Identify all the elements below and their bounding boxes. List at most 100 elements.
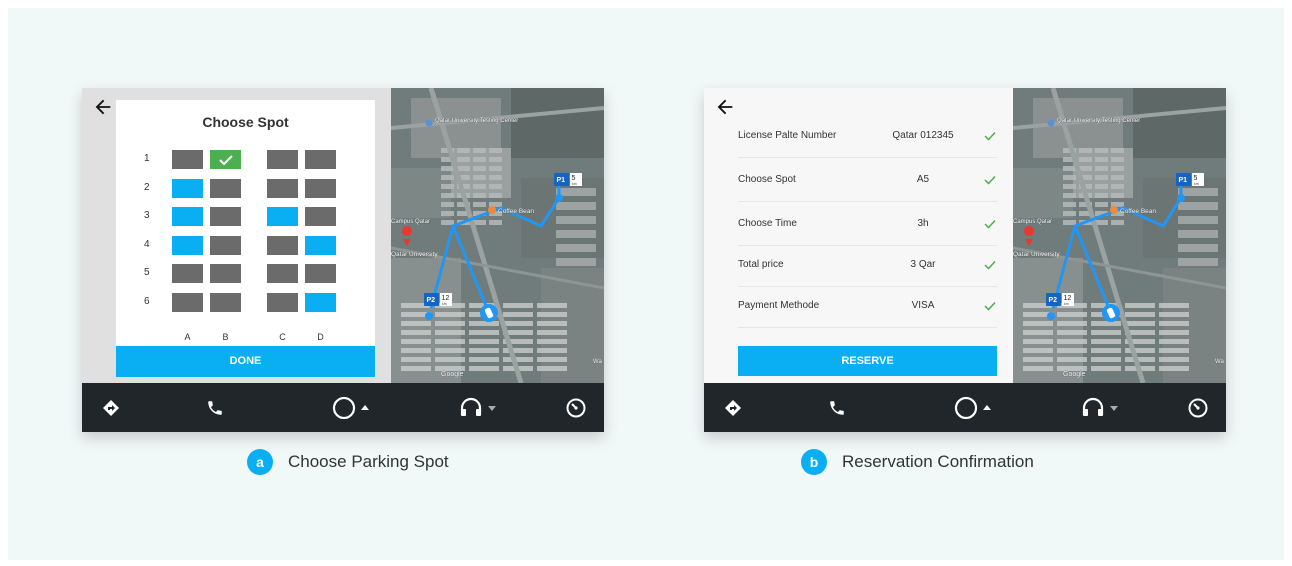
row-number: 4 — [144, 238, 150, 250]
column-label: D — [317, 332, 324, 342]
spot-row: 5 — [116, 264, 375, 284]
row-number: 6 — [144, 296, 150, 307]
map-label: Google — [1063, 371, 1086, 378]
back-arrow-icon[interactable] — [92, 96, 114, 118]
distance-unit: km — [1194, 182, 1199, 186]
parking-marker-name: P2 — [427, 297, 436, 304]
headphones-icon[interactable] — [458, 395, 500, 421]
map-terrain-patch — [1013, 258, 1083, 383]
summary-row: License Palte Number Qatar 012345 — [738, 114, 997, 158]
summary-label: License Palte Number — [738, 130, 837, 141]
parking-spot-taken[interactable] — [210, 178, 241, 198]
summary-value: VISA — [911, 300, 935, 311]
check-icon — [984, 175, 996, 185]
summary-label: Total price — [738, 259, 784, 270]
map-label: Wa — [1215, 359, 1224, 365]
summary-row: Payment Methode VISA — [738, 284, 997, 328]
parking-spot-taken[interactable] — [210, 207, 241, 227]
speedometer-icon[interactable] — [565, 395, 587, 421]
parking-spot-taken[interactable] — [210, 235, 241, 255]
parking-spot-taken[interactable] — [172, 150, 203, 169]
distance-unit: km — [442, 302, 447, 306]
poi-icon — [425, 119, 433, 127]
distance-unit: km — [1064, 302, 1069, 306]
column-label: C — [279, 332, 286, 342]
phone-icon[interactable] — [206, 395, 224, 421]
caption-a: a Choose Parking Spot — [247, 448, 449, 476]
spot-row: 4 — [116, 235, 375, 256]
parking-spot-free[interactable] — [172, 235, 203, 255]
parking-spot-free[interactable] — [267, 207, 298, 227]
map-label: Qatar University Testing Center — [1057, 118, 1140, 124]
headphones-icon[interactable] — [1080, 395, 1122, 421]
speedometer-icon[interactable] — [1187, 395, 1209, 421]
column-label: B — [222, 332, 229, 342]
parking-spot-taken[interactable] — [210, 264, 241, 284]
map-terrain-patch — [391, 258, 461, 383]
summary-label: Payment Methode — [738, 300, 820, 311]
map-view[interactable]: Qatar University Testing Center Coffee Be… — [391, 88, 604, 383]
phone-icon[interactable] — [828, 395, 846, 421]
home-circle-icon[interactable] — [331, 395, 373, 421]
summary-row: Total price 3 Qar — [738, 243, 997, 287]
check-icon — [984, 219, 996, 229]
parking-spot-selected[interactable] — [210, 150, 241, 169]
summary-row: Choose Time 3h — [738, 202, 997, 246]
parking-spot-free[interactable] — [172, 178, 203, 198]
parking-spot-taken[interactable] — [267, 178, 298, 198]
spot-row: 1 — [116, 150, 375, 170]
summary-label: Choose Spot — [738, 174, 796, 185]
home-circle-icon[interactable] — [953, 395, 995, 421]
map-label: Qatar University — [1013, 251, 1060, 258]
map-image: Qatar University Testing Center Coffee Be… — [391, 88, 604, 383]
map-view[interactable]: Qatar University Testing Center Coffee Be… — [1013, 88, 1226, 383]
confirmation-panel: License Palte Number Qatar 012345 Choose S… — [704, 88, 1013, 383]
map-terrain-patch — [1133, 88, 1226, 158]
parking-spot-taken[interactable] — [305, 264, 336, 284]
check-icon — [984, 260, 996, 270]
poi-icon — [1047, 119, 1055, 127]
dialog-title: Choose Spot — [202, 114, 289, 130]
android-auto-navbar — [704, 383, 1226, 432]
done-button[interactable]: DONE — [116, 346, 375, 377]
distance-value: 5 — [1194, 175, 1198, 182]
row-number: 1 — [144, 153, 150, 164]
parking-spot-free[interactable] — [305, 235, 336, 255]
back-arrow-icon[interactable] — [714, 96, 736, 118]
row-number: 5 — [144, 267, 150, 279]
caption-text-b: Reservation Confirmation — [842, 452, 1034, 471]
summary-row: Choose Spot A5 — [738, 158, 997, 202]
caption-badge-b: b — [801, 449, 827, 475]
distance-value: 12 — [442, 295, 450, 302]
map-label: Qatar University — [391, 251, 438, 258]
coffee-poi-icon — [488, 206, 496, 214]
navigation-icon[interactable] — [102, 395, 120, 421]
navigation-icon[interactable] — [724, 395, 742, 421]
parking-spot-free[interactable] — [172, 207, 203, 227]
coffee-poi-icon — [1110, 206, 1118, 214]
row-number: 3 — [144, 210, 150, 222]
caption-text-a: Choose Parking Spot — [288, 452, 449, 471]
parking-spot-taken[interactable] — [172, 293, 203, 312]
map-label: Wa — [593, 359, 602, 365]
parking-spot-taken[interactable] — [267, 264, 298, 284]
marker-dot — [555, 194, 563, 202]
parking-spot-taken[interactable] — [267, 150, 298, 169]
parking-spot-taken[interactable] — [305, 207, 336, 227]
parking-spot-taken[interactable] — [305, 178, 336, 198]
column-label: A — [184, 332, 191, 342]
marker-dot — [1177, 194, 1185, 202]
spot-row: 6 — [116, 293, 375, 313]
parking-spot-free[interactable] — [305, 293, 336, 312]
map-label: Qatar University Testing Center — [435, 118, 518, 124]
parking-spot-taken[interactable] — [172, 264, 203, 284]
parking-spot-taken[interactable] — [210, 293, 241, 312]
summary-value: Qatar 012345 — [892, 130, 954, 141]
distance-value: 12 — [1064, 295, 1072, 302]
android-auto-navbar — [82, 383, 604, 432]
parking-spot-taken[interactable] — [267, 235, 298, 255]
reserve-button[interactable]: RESERVE — [738, 346, 997, 376]
parking-spot-taken[interactable] — [305, 150, 336, 169]
check-icon — [984, 131, 996, 141]
parking-spot-taken[interactable] — [267, 293, 298, 312]
